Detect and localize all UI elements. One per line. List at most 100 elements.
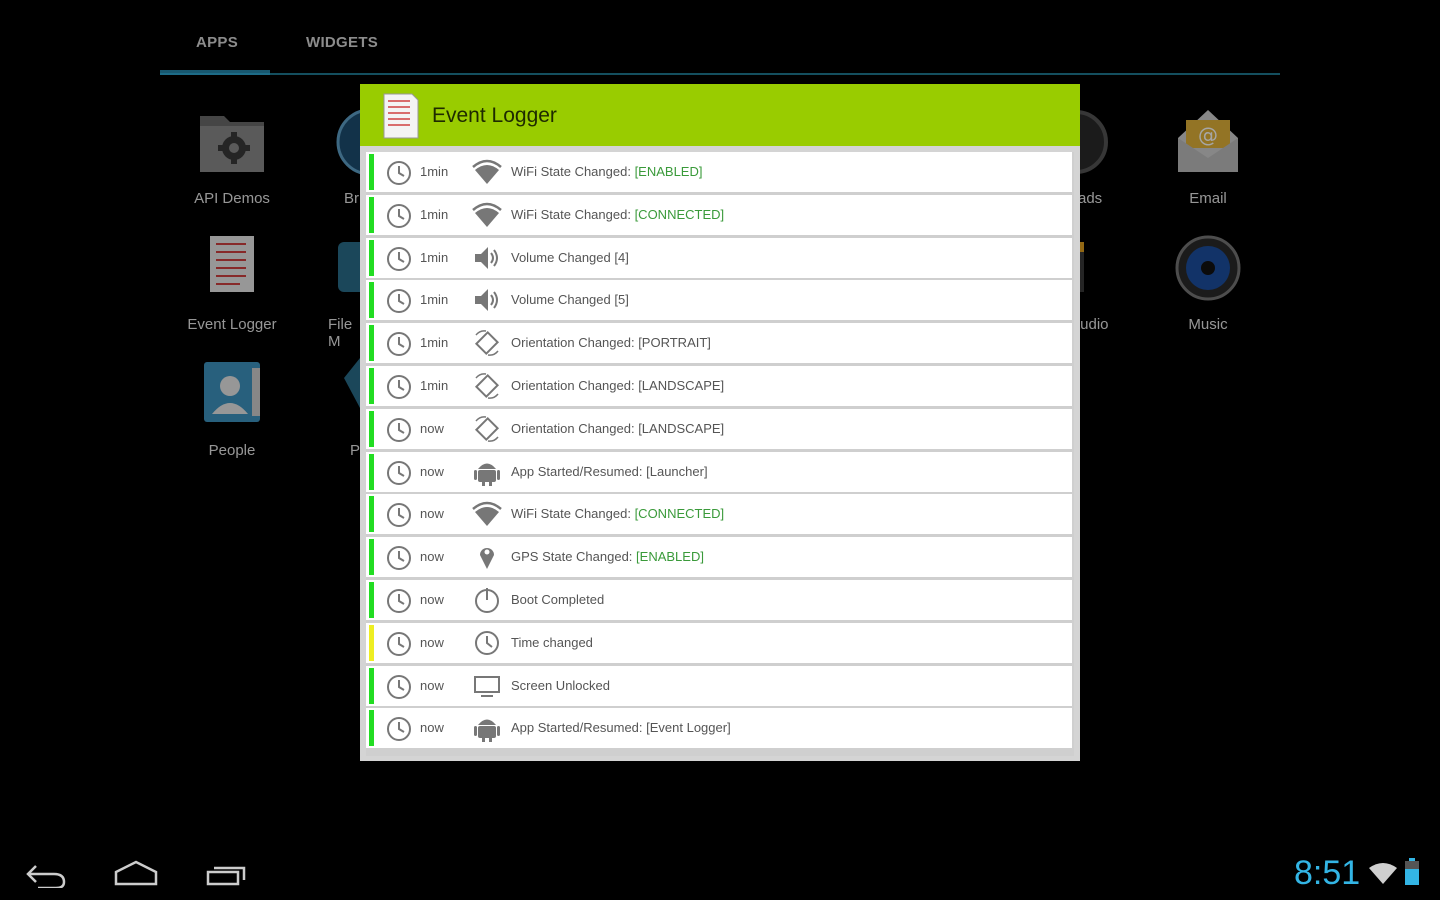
app-partial[interactable]: P	[300, 358, 360, 459]
event-row[interactable]: now Time changed	[366, 622, 1072, 663]
event-row[interactable]: 1min Volume Changed [5]	[366, 280, 1072, 321]
event-time: now	[420, 420, 444, 436]
event-message: Volume Changed [4]	[511, 250, 629, 265]
file-manager-icon	[338, 232, 360, 304]
event-message: Boot Completed	[511, 592, 604, 607]
app-event-logger[interactable]: Event Logger	[172, 232, 292, 333]
music-icon	[1172, 232, 1244, 304]
event-message: Time changed	[511, 635, 593, 650]
event-message: WiFi State Changed: [CONNECTED]	[511, 207, 724, 222]
event-time: now	[420, 463, 444, 479]
app-browser[interactable]: Br	[300, 106, 360, 207]
wifi-icon	[472, 158, 502, 186]
home-icon[interactable]	[112, 858, 160, 893]
event-row[interactable]: 1min Orientation Changed: [LANDSCAPE]	[366, 365, 1072, 406]
event-text: Orientation Changed: [LANDSCAPE]	[511, 377, 725, 393]
app-label: Br	[344, 190, 359, 207]
navigation-bar	[0, 838, 1440, 900]
clock-icon	[386, 160, 412, 191]
event-time: now	[420, 591, 444, 607]
event-time: now	[420, 549, 444, 565]
event-time: now	[420, 634, 444, 650]
event-row[interactable]: now Boot Completed	[366, 579, 1072, 620]
event-row[interactable]: 1min Orientation Changed: [PORTRAIT]	[366, 323, 1072, 364]
event-time: 1min	[420, 292, 449, 308]
event-time: 1min	[420, 164, 449, 179]
clock-icon	[386, 460, 412, 491]
event-logger-dialog: Event Logger 1min WiFi State Changed: [EN…	[360, 84, 1080, 761]
event-text: Boot Completed	[511, 591, 605, 607]
event-status-bar	[369, 325, 374, 362]
event-message: Orientation Changed: [LANDSCAPE]	[511, 378, 724, 393]
event-row[interactable]: now App Started/Resumed: [Event Logger]	[366, 708, 1072, 749]
event-text: Screen Unlocked	[511, 677, 610, 693]
browser-globe-icon	[334, 106, 360, 178]
app-file-manager[interactable]: File M	[300, 232, 360, 350]
event-highlight: [CONNECTED]	[634, 506, 725, 522]
event-list[interactable]: 1min WiFi State Changed: [ENABLED] 1min WiF…	[366, 152, 1074, 756]
wifi-status-icon	[1368, 860, 1398, 891]
event-time: 1min	[420, 249, 449, 265]
event-row[interactable]: now App Started/Resumed: [Launcher]	[366, 451, 1072, 492]
event-time: now	[420, 720, 444, 736]
clock-icon	[386, 545, 412, 576]
event-message: Screen Unlocked	[511, 678, 610, 693]
event-status-bar	[369, 154, 374, 190]
event-row[interactable]: now WiFi State Changed: [CONNECTED]	[366, 494, 1072, 535]
event-row[interactable]: now Screen Unlocked	[366, 665, 1072, 706]
event-highlight: [ENABLED]	[634, 164, 703, 179]
event-highlight: [CONNECTED]	[634, 206, 725, 222]
event-message: Orientation Changed: [PORTRAIT]	[511, 335, 711, 350]
app-label: Music	[1188, 316, 1228, 333]
android-icon	[472, 714, 502, 743]
battery-icon	[1404, 858, 1420, 891]
clock-icon	[386, 674, 412, 705]
event-message: Volume Changed [5]	[511, 292, 629, 307]
event-text: Volume Changed [5]	[511, 292, 629, 308]
clock-icon	[386, 288, 412, 319]
event-logger-icon	[382, 92, 420, 145]
event-row[interactable]: now GPS State Changed: [ENABLED]	[366, 537, 1072, 578]
app-label: People	[208, 442, 256, 459]
power-icon	[472, 586, 502, 614]
clock-icon	[472, 629, 502, 657]
event-message: App Started/Resumed: [Event Logger]	[511, 720, 731, 735]
clock-icon	[386, 203, 412, 234]
svg-text:@: @	[1198, 123, 1218, 147]
app-label: Event Logger	[187, 316, 277, 333]
clock-icon	[386, 502, 412, 533]
event-time: 1min	[420, 335, 449, 351]
app-label: API Demos	[194, 190, 270, 207]
clock-icon	[386, 588, 412, 619]
app-email[interactable]: @ Email	[1148, 106, 1268, 207]
event-row[interactable]: 1min WiFi State Changed: [CONNECTED]	[366, 194, 1072, 235]
event-text: Volume Changed [4]	[511, 249, 629, 265]
event-message: Orientation Changed: [LANDSCAPE]	[511, 421, 724, 436]
event-status-bar	[369, 710, 374, 747]
tab-apps[interactable]: APPS	[196, 34, 238, 51]
event-status-bar	[369, 624, 374, 661]
app-api-demos[interactable]: API Demos	[172, 106, 292, 207]
event-text: GPS State Changed:	[511, 549, 637, 565]
tab-divider	[160, 73, 1280, 75]
event-logger-icon	[196, 232, 268, 304]
tab-selected-indicator	[160, 70, 270, 75]
event-text: Orientation Changed: [LANDSCAPE]	[511, 420, 725, 436]
event-row[interactable]: 1min WiFi State Changed: [ENABLED]	[366, 152, 1072, 192]
volume-icon	[472, 244, 502, 272]
event-status-bar	[369, 581, 374, 618]
event-message: GPS State Changed: [ENABLED]	[511, 549, 704, 564]
app-music[interactable]: Music	[1148, 232, 1268, 333]
screen-rotation-icon	[472, 329, 502, 357]
event-text: App Started/Resumed: [Launcher]	[511, 463, 708, 479]
recents-icon[interactable]	[204, 858, 248, 893]
back-icon[interactable]	[24, 858, 68, 893]
tab-widgets[interactable]: WIDGETS	[306, 34, 378, 51]
volume-icon	[472, 286, 502, 314]
event-text: WiFi State Changed:	[511, 506, 635, 522]
event-row[interactable]: 1min Volume Changed [4]	[366, 237, 1072, 278]
event-time: 1min	[420, 377, 449, 393]
clock-icon	[386, 417, 412, 448]
app-people[interactable]: People	[172, 358, 292, 459]
event-row[interactable]: now Orientation Changed: [LANDSCAPE]	[366, 408, 1072, 449]
